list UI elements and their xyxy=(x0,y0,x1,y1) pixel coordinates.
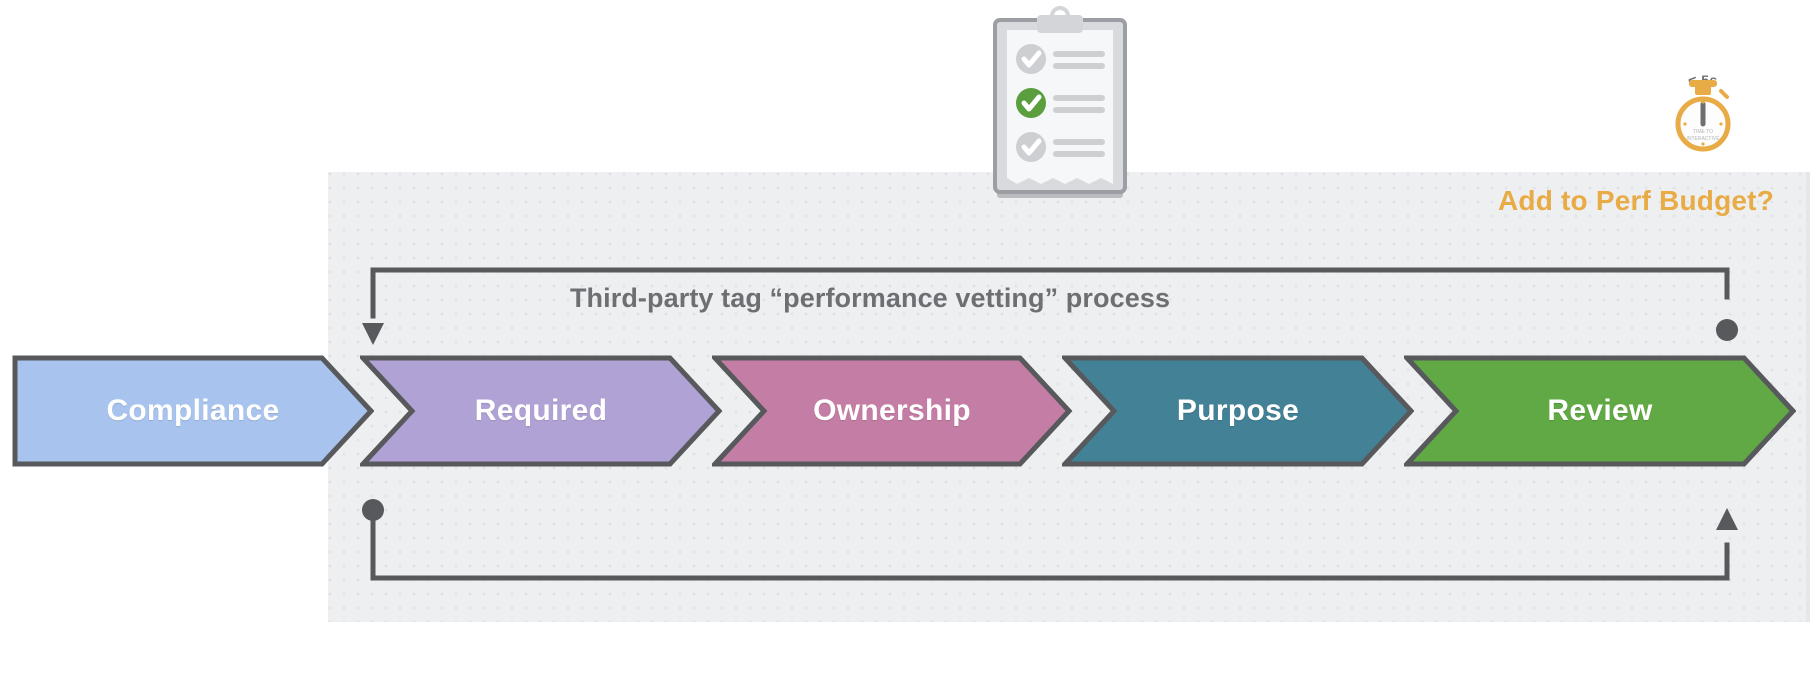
process-step-compliance[interactable]: Compliance xyxy=(12,355,374,467)
stopwatch-icon: TIME TO INTERACTIVE xyxy=(1663,66,1743,161)
process-step-label: Compliance xyxy=(106,394,280,427)
process-step-required[interactable]: Required xyxy=(360,355,722,467)
clipboard-checklist-icon xyxy=(985,6,1135,231)
svg-text:INTERACTIVE: INTERACTIVE xyxy=(1686,136,1720,142)
process-step-ownership[interactable]: Ownership xyxy=(712,355,1072,467)
process-step-list: Compliance Required Ownership Purpose Re xyxy=(0,355,1810,467)
process-step-label: Required xyxy=(474,394,608,427)
process-step-review[interactable]: Review xyxy=(1404,355,1796,467)
svg-text:TIME TO: TIME TO xyxy=(1693,129,1713,135)
process-step-label: Ownership xyxy=(813,394,971,427)
add-to-perf-budget-label: Add to Perf Budget? xyxy=(1498,185,1774,216)
process-step-label: Purpose xyxy=(1176,394,1300,427)
process-step-purpose[interactable]: Purpose xyxy=(1062,355,1414,467)
process-step-label: Review xyxy=(1547,394,1653,427)
process-title: Third-party tag “performance vetting” pr… xyxy=(569,283,1171,313)
diagram-canvas: < 5s TIME TO INTERACTIVE Add to Perf Bud… xyxy=(0,0,1810,690)
